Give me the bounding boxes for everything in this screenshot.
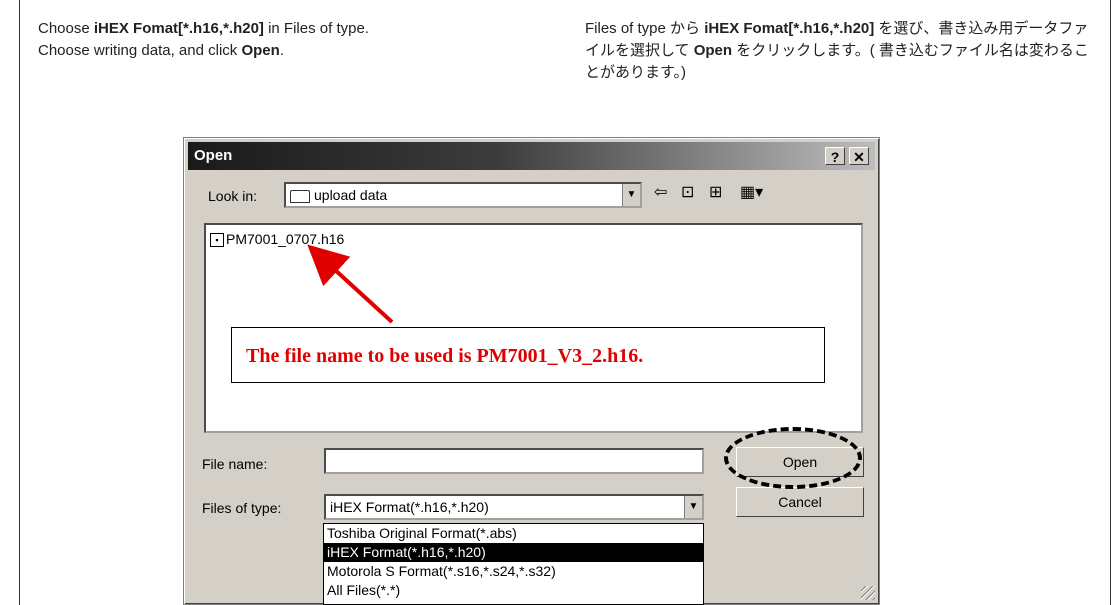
arrow-line bbox=[307, 244, 394, 324]
annotation-box: The file name to be used is PM7001_V3_2.… bbox=[231, 327, 825, 383]
annotation-arrow bbox=[307, 244, 394, 324]
